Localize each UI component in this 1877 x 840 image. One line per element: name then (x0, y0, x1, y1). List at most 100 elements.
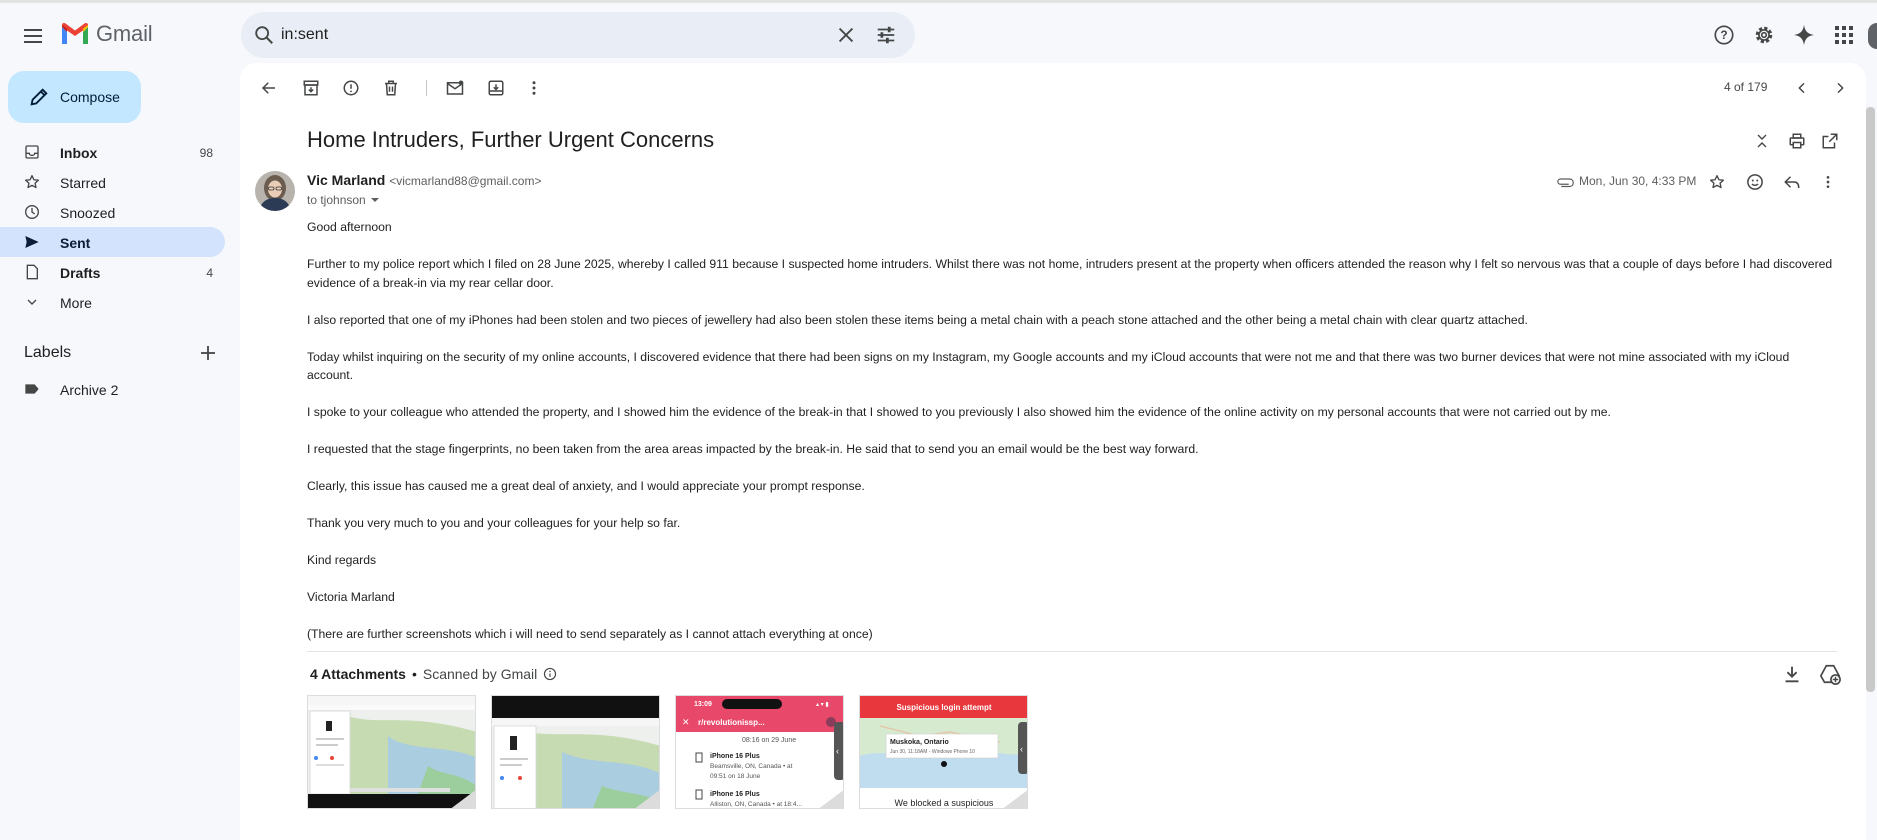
settings-gear-icon[interactable] (1750, 21, 1778, 49)
sidebar-item-label: Starred (60, 175, 106, 191)
sender-email: <vicmarland88@gmail.com> (389, 174, 542, 188)
pager-text: 4 of 179 (1724, 80, 1768, 94)
thumb3-device2: iPhone 16 Plus (710, 791, 760, 798)
main-menu-button[interactable] (18, 20, 50, 52)
scanned-label: Scanned by Gmail (422, 666, 538, 682)
attachment-clip-icon (1554, 171, 1576, 193)
gmail-m-icon (62, 23, 88, 44)
collapse-all-icon[interactable] (1750, 129, 1774, 153)
sidebar-item-label: Sent (60, 235, 91, 251)
search-bar[interactable]: in:sent (241, 12, 915, 58)
attachments-divider (307, 651, 1837, 652)
sidebar-label-text: Archive 2 (60, 382, 119, 398)
download-all-icon[interactable] (1781, 663, 1803, 685)
sender-line: Vic Marland <vicmarland88@gmail.com> (307, 172, 541, 188)
newer-chevron-left-icon[interactable] (1790, 76, 1814, 100)
body-paragraph: Kind regards (307, 553, 377, 567)
body-paragraph: I also reported that one of my iPhones h… (307, 312, 1528, 327)
save-to-drive-icon[interactable] (1819, 663, 1841, 685)
attachment-thumbnail-1[interactable] (307, 695, 476, 809)
sidebar-item-label: More (60, 295, 92, 311)
inbox-icon (25, 145, 39, 159)
thumb3-location1: Beamsville, ON, Canada • at (710, 763, 793, 770)
sidebar-item-more[interactable]: More (0, 287, 225, 317)
print-icon[interactable] (1785, 129, 1809, 153)
compose-button[interactable]: Compose (8, 71, 141, 123)
thumb4-place: Muskoka, Ontario (890, 739, 949, 746)
bullet-separator: • (411, 666, 417, 682)
sidebar-item-inbox[interactable]: Inbox 98 (0, 137, 225, 167)
body-paragraph: (There are further screenshots which i w… (307, 627, 873, 641)
gmail-wordmark: Gmail (96, 21, 153, 46)
older-chevron-right-icon[interactable] (1828, 76, 1852, 100)
attachment-thumbnail-2[interactable] (491, 695, 660, 809)
draft-count: 4 (206, 266, 213, 280)
label-icon (25, 384, 39, 394)
mark-unread-icon[interactable] (443, 76, 467, 100)
svg-text:‹: ‹ (836, 746, 839, 756)
search-input[interactable]: in:sent (281, 26, 328, 44)
open-in-new-window-icon[interactable] (1818, 129, 1842, 153)
emoji-reaction-icon[interactable] (1744, 171, 1766, 193)
hamburger-icon (24, 29, 42, 43)
attachment-thumbnail-3[interactable]: 13:09 ▴ ▾ ▮ ✕ r/revolutionissp... 08:16 … (675, 695, 844, 809)
sender-avatar[interactable] (255, 171, 295, 211)
body-paragraph: Victoria Marland (307, 590, 395, 604)
labels-heading: Labels (24, 344, 72, 361)
gmail-logo[interactable]: Gmail (60, 21, 153, 47)
sender-name[interactable]: Vic Marland (307, 172, 385, 188)
pencil-icon (30, 88, 48, 106)
message-scrollbar-thumb[interactable] (1866, 107, 1875, 692)
sidebar-item-sent[interactable]: Sent (0, 227, 225, 257)
thumb4-detail: Jun 30, 11:18AM - Windows Phone 10 (890, 749, 975, 755)
back-arrow-icon[interactable] (257, 76, 281, 100)
sidebar-item-label: Drafts (60, 265, 101, 281)
email-subject: Home Intruders, Further Urgent Concerns (307, 127, 715, 152)
thumb3-location2: Alliston, ON, Canada • at 18:4... (710, 801, 802, 808)
body-paragraph: Good afternoon (307, 220, 392, 234)
help-icon[interactable]: ? (1710, 21, 1738, 49)
svg-text:‹: ‹ (1020, 744, 1023, 754)
message-more-icon[interactable] (1817, 171, 1839, 193)
clear-search-icon (838, 27, 854, 43)
thumb3-time1: 09:51 on 18 June (710, 773, 761, 780)
unread-count: 98 (199, 146, 213, 160)
sidebar-item-snoozed[interactable]: Snoozed (0, 197, 225, 227)
recipient-line[interactable]: to tjohnson (307, 193, 380, 207)
header: Gmail in:sent ? (0, 3, 1877, 63)
sidebar-nav: Inbox 98 Starred Snoozed Sent Drafts 4 M… (0, 137, 225, 317)
gemini-sparkle-icon[interactable] (1790, 21, 1818, 49)
report-spam-icon[interactable] (339, 76, 363, 100)
trash-icon[interactable] (379, 76, 403, 100)
sidebar-item-starred[interactable]: Starred (0, 167, 225, 197)
search-options-icon (877, 26, 895, 44)
sidebar-item-label: Snoozed (60, 205, 116, 221)
star-icon (25, 175, 39, 189)
caret-down-icon (370, 198, 379, 202)
svg-text:?: ? (1720, 28, 1727, 42)
email-body: Good afternoon Further to my police repo… (307, 218, 1837, 662)
thumb3-device1: iPhone 16 Plus (710, 753, 760, 760)
more-options-icon[interactable] (522, 76, 546, 100)
star-email-icon[interactable] (1706, 171, 1728, 193)
account-avatar[interactable] (1868, 23, 1877, 49)
sidebar-item-drafts[interactable]: Drafts 4 (0, 257, 225, 287)
svg-text:▴ ▾ ▮: ▴ ▾ ▮ (816, 702, 829, 708)
body-paragraph: Today whilst inquiring on the security o… (307, 349, 1790, 383)
body-paragraph: Thank you very much to you and your coll… (307, 516, 681, 530)
add-label-icon[interactable] (199, 344, 217, 362)
move-to-icon[interactable] (484, 76, 508, 100)
attachment-thumbnail-4[interactable]: Suspicious login attempt Muskoka, Ontari… (859, 695, 1028, 809)
apps-grid-icon[interactable] (1830, 21, 1858, 49)
info-icon[interactable] (543, 667, 557, 681)
thumb4-footer: We blocked a suspicious (895, 798, 994, 808)
sidebar-label-archive-2[interactable]: Archive 2 (0, 376, 225, 402)
svg-text:✕: ✕ (682, 717, 690, 727)
sidebar-item-label: Inbox (60, 145, 98, 161)
message-panel: 4 of 179 Home Intruders, Further Urgent … (240, 63, 1866, 840)
reply-icon[interactable] (1781, 171, 1803, 193)
body-paragraph: I requested that the stage fingerprints,… (307, 442, 1199, 456)
thumb4-banner: Suspicious login attempt (896, 703, 991, 712)
archive-icon[interactable] (299, 76, 323, 100)
email-date: Mon, Jun 30, 4:33 PM (1579, 174, 1697, 188)
